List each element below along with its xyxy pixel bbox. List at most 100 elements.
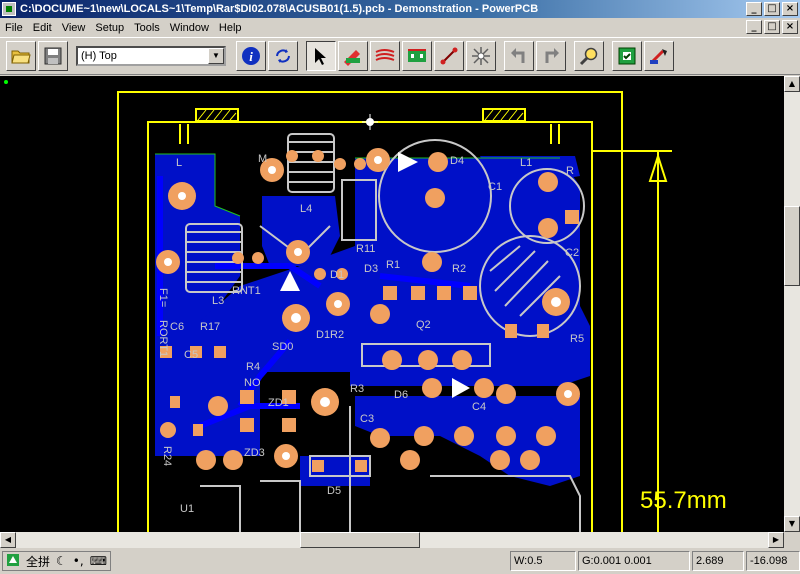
scroll-up-icon[interactable]: ▲ — [784, 76, 800, 92]
doc-minimize-button[interactable]: _ — [746, 20, 762, 34]
scroll-down-icon[interactable]: ▼ — [784, 516, 800, 532]
menu-window[interactable]: Window — [165, 22, 214, 34]
undo-icon — [511, 48, 525, 63]
horizontal-scrollbar[interactable]: ◀ ▶ — [0, 532, 784, 548]
svg-text:RORT1: RORT1 — [157, 320, 169, 357]
maximize-button[interactable]: □ — [764, 2, 780, 16]
svg-text:D1: D1 — [330, 269, 344, 281]
drafting-toolbar-button[interactable] — [338, 41, 368, 71]
open-button[interactable] — [6, 41, 36, 71]
cam-button[interactable] — [644, 41, 674, 71]
svg-text:F1=: F1= — [157, 288, 169, 307]
scroll-left-icon[interactable]: ◀ — [0, 532, 16, 548]
svg-text:C5: C5 — [184, 349, 198, 361]
dimension-label: 55.7mm — [640, 487, 727, 514]
status-grid: G:0.001 0.001 — [578, 551, 690, 571]
ime-keyboard-icon[interactable]: ⌨ — [87, 554, 110, 568]
svg-text:i: i — [249, 49, 253, 64]
title-bar: C:\DOCUME~1\new\LOCALS~1\Temp\Rar$DI02.0… — [0, 0, 800, 18]
ime-moon-icon[interactable]: ☾ — [53, 554, 70, 568]
svg-text:R24: R24 — [161, 446, 173, 466]
save-icon — [44, 47, 62, 65]
doc-close-button[interactable]: × — [782, 20, 798, 34]
svg-text:C6: C6 — [170, 321, 184, 333]
horizontal-scroll-thumb[interactable] — [300, 532, 420, 548]
svg-text:L: L — [176, 157, 182, 169]
svg-text:R: R — [566, 165, 574, 177]
verify-design-button[interactable] — [612, 41, 642, 71]
cluster-icon — [472, 47, 490, 65]
redraw-icon — [276, 49, 290, 63]
cam-icon — [649, 49, 667, 65]
svg-text:M: M — [258, 153, 267, 165]
svg-text:D3: D3 — [364, 263, 378, 275]
layer-select-value: (H) Top — [81, 50, 117, 62]
close-button[interactable]: × — [782, 2, 798, 16]
open-icon — [11, 50, 31, 64]
svg-text:R11: R11 — [356, 243, 375, 255]
svg-text:RNT1: RNT1 — [232, 285, 261, 297]
svg-text:R5: R5 — [570, 333, 584, 345]
select-mode-button[interactable] — [306, 41, 336, 71]
menu-edit[interactable]: Edit — [28, 22, 57, 34]
ime-logo-icon[interactable] — [3, 553, 23, 570]
status-y-coordinate: -16.098 — [746, 551, 800, 571]
menu-help[interactable]: Help — [214, 22, 247, 34]
minimize-button[interactable]: _ — [746, 2, 762, 16]
doc-maximize-button[interactable]: □ — [764, 20, 780, 34]
design-icon — [375, 49, 395, 61]
route-button[interactable] — [434, 41, 464, 71]
svg-text:Q2: Q2 — [416, 319, 431, 331]
svg-text:D6: D6 — [394, 389, 408, 401]
ime-mode[interactable]: 全拼 — [23, 553, 53, 570]
chevron-down-icon[interactable]: ▼ — [208, 48, 224, 64]
window-title: C:\DOCUME~1\new\LOCALS~1\Temp\Rar$DI02.0… — [20, 3, 539, 15]
design-toolbar-button[interactable] — [370, 41, 400, 71]
svg-text:L3: L3 — [212, 295, 224, 307]
vertical-scroll-thumb[interactable] — [784, 206, 800, 286]
menu-tools[interactable]: Tools — [129, 22, 165, 34]
svg-text:R4: R4 — [246, 361, 260, 373]
undo-button[interactable] — [504, 41, 534, 71]
status-width: W:0.5 — [510, 551, 576, 571]
svg-text:C4: C4 — [472, 401, 486, 413]
svg-text:R2: R2 — [452, 263, 466, 275]
save-button[interactable] — [38, 41, 68, 71]
menu-setup[interactable]: Setup — [90, 22, 129, 34]
pcb-canvas[interactable]: L M D4 L1 C1 R L4 C2 RNT1 L3 D1 D3 R1 R2… — [0, 76, 784, 532]
svg-text:C2: C2 — [565, 247, 579, 259]
svg-text:R17: R17 — [200, 321, 220, 333]
svg-text:R1: R1 — [386, 259, 400, 271]
svg-text:L1: L1 — [520, 157, 532, 169]
redraw-button[interactable] — [268, 41, 298, 71]
zoom-icon — [579, 47, 598, 66]
app-icon[interactable] — [2, 2, 16, 16]
scroll-right-icon[interactable]: ▶ — [768, 532, 784, 548]
ime-toolbar[interactable]: 全拼 ☾ •, ⌨ — [2, 551, 112, 571]
svg-text:D4: D4 — [450, 155, 464, 167]
layer-select[interactable]: (H) Top ▼ — [76, 46, 226, 66]
zoom-button[interactable] — [574, 41, 604, 71]
svg-text:ZD1: ZD1 — [268, 397, 289, 409]
status-bar: 全拼 ☾ •, ⌨ W:0.5 G:0.001 0.001 2.689 -16.… — [0, 548, 800, 574]
svg-text:U1: U1 — [180, 503, 194, 515]
menu-file[interactable]: File — [0, 22, 28, 34]
info-icon: i — [242, 47, 260, 65]
svg-text:SD0: SD0 — [272, 341, 293, 353]
redo-button[interactable] — [536, 41, 566, 71]
svg-text:L4: L4 — [300, 203, 312, 215]
menu-view[interactable]: View — [57, 22, 91, 34]
route-icon — [440, 47, 458, 65]
svg-text:D1R2: D1R2 — [316, 329, 344, 341]
info-button[interactable]: i — [236, 41, 266, 71]
redo-icon — [545, 48, 559, 63]
svg-text:C3: C3 — [360, 413, 374, 425]
svg-text:R3: R3 — [350, 383, 364, 395]
ecogate-icon — [408, 49, 426, 62]
cluster-button[interactable] — [466, 41, 496, 71]
eco-toolbar-button[interactable] — [402, 41, 432, 71]
ime-punct-icon[interactable]: •, — [70, 554, 87, 568]
vertical-scrollbar[interactable]: ▲ ▼ — [784, 76, 800, 532]
drafting-icon — [344, 50, 360, 66]
pcb-drawing: L M D4 L1 C1 R L4 C2 RNT1 L3 D1 D3 R1 R2… — [4, 80, 727, 532]
